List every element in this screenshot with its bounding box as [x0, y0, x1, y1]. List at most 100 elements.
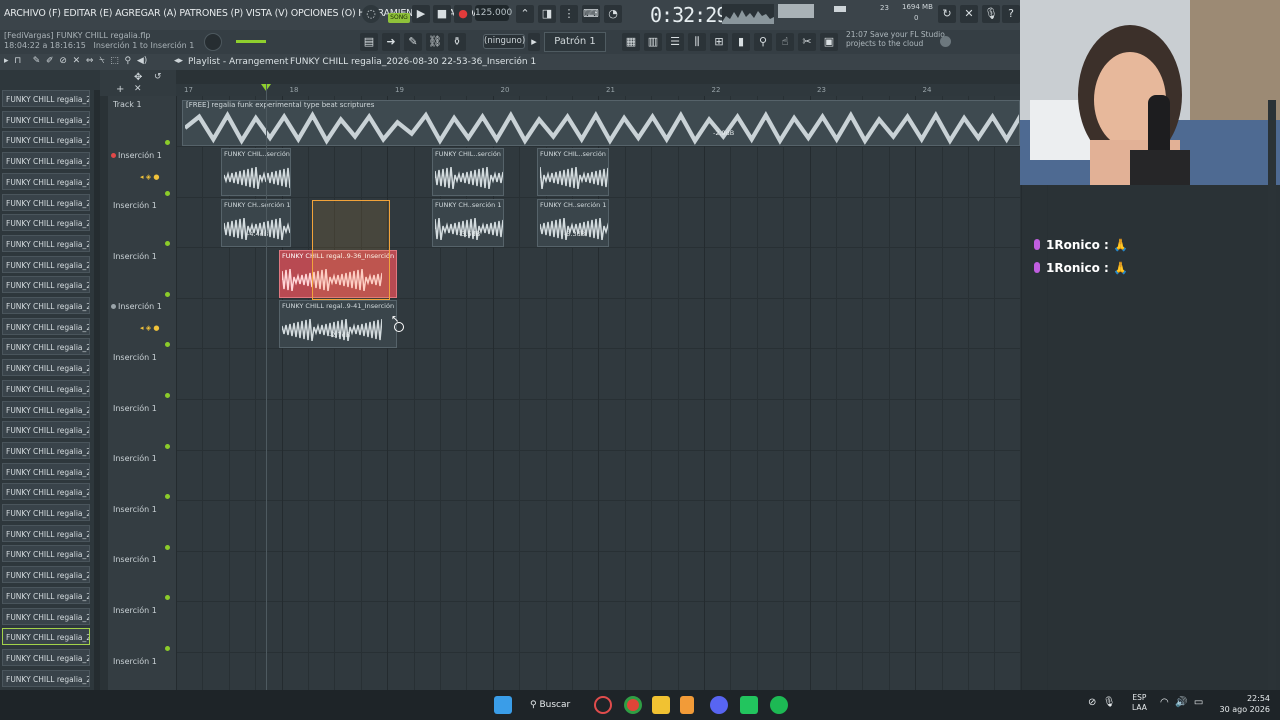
browser-item[interactable]: FUNKY CHILL regalia_202...: [2, 90, 90, 107]
battery-icon[interactable]: ▭: [1191, 697, 1203, 708]
track-name[interactable]: Inserción 1: [113, 201, 157, 210]
chrome-icon[interactable]: [624, 696, 642, 714]
browser-item[interactable]: FUNKY CHILL regalia_202...: [2, 131, 90, 149]
browser-item[interactable]: FUNKY CHILL regalia_202...: [2, 607, 90, 625]
pattern-selector[interactable]: Patrón 1: [544, 32, 606, 52]
browser-item[interactable]: FUNKY CHILL regalia_202...: [2, 566, 90, 584]
playlist-menu-icon[interactable]: ▸: [4, 56, 9, 66]
vertical-scrollbar[interactable]: [1268, 100, 1276, 690]
view-plugin-picker-icon[interactable]: ▮: [732, 33, 750, 51]
view-tools-icon[interactable]: ✂: [798, 33, 816, 51]
track-name[interactable]: Inserción 1: [118, 302, 162, 311]
slip-tool-icon[interactable]: ⇔: [83, 56, 94, 66]
track-name[interactable]: Inserción 1: [113, 404, 157, 413]
playlist-arrow-icon[interactable]: ◂▸: [174, 56, 183, 66]
browser-item[interactable]: FUNKY CHILL regalia_202...: [2, 193, 90, 211]
view-touch-icon[interactable]: ☝: [776, 33, 794, 51]
browser-item[interactable]: FUNKY CHILL regalia_202...: [2, 379, 90, 397]
master-volume[interactable]: [778, 4, 814, 18]
wait-icon[interactable]: ◔: [604, 5, 622, 23]
playback-tool-icon[interactable]: ◀): [134, 56, 147, 66]
audio-clip-master[interactable]: [FREE] regalia funk experimental type be…: [182, 100, 1020, 146]
browser-item[interactable]: FUNKY CHILL regalia_202...: [2, 462, 90, 480]
browser-item[interactable]: FUNKY CHILL regalia_202...: [2, 152, 90, 170]
track-led-icon[interactable]: [165, 544, 170, 550]
track-led-icon[interactable]: [165, 140, 170, 145]
view-channel-rack-icon[interactable]: ▥: [644, 33, 662, 51]
taskbar-search[interactable]: ⚲ Buscar: [530, 696, 578, 714]
track-name[interactable]: Inserción 1: [113, 353, 157, 362]
browser-item[interactable]: FUNKY CHILL regalia_202...: [2, 400, 90, 418]
browser-item[interactable]: FUNKY CHILL regalia_202...: [2, 669, 90, 687]
browser-item[interactable]: FUNKY CHILL regalia_202...: [2, 628, 90, 646]
browser-item[interactable]: FUNKY CHILL regalia_202...: [2, 545, 90, 563]
metronome-icon[interactable]: ◌: [362, 5, 380, 23]
time-display[interactable]: 0:32:29: [650, 3, 728, 27]
browser-item[interactable]: FUNKY CHILL regalia_202...: [2, 214, 90, 232]
knob-icon[interactable]: [204, 33, 222, 51]
slice-tool-icon[interactable]: ⍀: [96, 56, 104, 66]
volume-icon[interactable]: 🔊: [1172, 697, 1187, 708]
streaming-app-icon[interactable]: [740, 696, 758, 714]
arrow-right-icon[interactable]: ➜: [382, 33, 400, 51]
spotify-icon[interactable]: [770, 696, 788, 714]
browser-item[interactable]: FUNKY CHILL regalia_202...: [2, 586, 90, 604]
browser-item[interactable]: FUNKY CHILL regalia_202...: [2, 317, 90, 335]
windows-start-icon[interactable]: [494, 696, 512, 714]
browser-item[interactable]: FUNKY CHILL regalia_202...: [2, 524, 90, 542]
track-name[interactable]: Track 1: [113, 100, 142, 109]
selection-rectangle[interactable]: [312, 200, 390, 300]
stamp-icon[interactable]: ⚱: [448, 33, 466, 51]
track-name[interactable]: Inserción 1: [113, 555, 157, 564]
track-name[interactable]: Inserción 1: [118, 151, 162, 160]
view-browser-icon[interactable]: ⊞: [710, 33, 728, 51]
browser-item[interactable]: FUNKY CHILL regalia_202...: [2, 234, 90, 252]
track-led-icon[interactable]: [165, 190, 170, 196]
magnet-icon[interactable]: ⊓: [11, 56, 21, 66]
browser-item[interactable]: FUNKY CHILL regalia_202...: [2, 504, 90, 521]
mic-icon[interactable]: 🎙: [982, 5, 1000, 23]
file-explorer-icon[interactable]: [652, 696, 670, 714]
track-name[interactable]: Inserción 1: [113, 454, 157, 463]
track-led-icon[interactable]: [165, 443, 170, 449]
network-off-icon[interactable]: ⊘: [1088, 697, 1096, 708]
select-tool-icon[interactable]: ⬚: [107, 56, 119, 66]
track-close-icon[interactable]: ✕: [134, 84, 142, 94]
track-led-icon[interactable]: [165, 291, 170, 297]
record-icon[interactable]: ●: [454, 5, 472, 23]
mic-tray-icon[interactable]: 🎙: [1100, 697, 1116, 708]
audio-clip[interactable]: FUNKY CH..serción 1 -3.3dB: [537, 199, 609, 247]
plugin-icon[interactable]: ✕: [960, 5, 978, 23]
browser-item[interactable]: FUNKY CHILL regalia_202...: [2, 172, 90, 190]
language-indicator[interactable]: ESP LAA: [1132, 693, 1147, 713]
browser-item[interactable]: FUNKY CHILL regalia_202...: [2, 297, 90, 314]
paint-tool-icon[interactable]: ✐: [43, 56, 54, 66]
zoom-tool-icon[interactable]: ⚲: [122, 56, 132, 66]
pitch-slider[interactable]: [236, 40, 266, 43]
view-playlist-icon[interactable]: ▦: [622, 33, 640, 51]
browser-item[interactable]: FUNKY CHILL regalia_202...: [2, 255, 90, 273]
step-icon[interactable]: ⋮: [560, 5, 578, 23]
track-controls-icon[interactable]: ◂ ◈ ●: [140, 173, 159, 181]
browser-item[interactable]: FUNKY CHILL regalia_202...: [2, 276, 90, 294]
snap-icon[interactable]: ⌃: [516, 5, 534, 23]
capture-icon[interactable]: [594, 696, 612, 714]
link-icon[interactable]: ⛓: [426, 33, 444, 51]
browser-item[interactable]: FUNKY CHILL regalia_202...: [2, 483, 90, 501]
tempo-display[interactable]: 125.000: [475, 5, 512, 21]
keyboard-typing-icon[interactable]: ⌨: [582, 5, 600, 23]
browser-item[interactable]: FUNKY CHILL regalia_202...: [2, 421, 90, 439]
audio-clip[interactable]: FUNKY CHIL..serción 1: [537, 148, 609, 196]
track-name[interactable]: Inserción 1: [113, 505, 157, 514]
play-icon[interactable]: ▶: [412, 5, 430, 23]
browser-scrollbar[interactable]: [94, 90, 100, 690]
timeline-ruler[interactable]: 17 18 19 20 21 22 23 24: [176, 84, 1020, 96]
track-led-icon[interactable]: [165, 393, 170, 398]
browser-item[interactable]: FUNKY CHILL regalia_202...: [2, 110, 90, 128]
wifi-icon[interactable]: ◠: [1160, 697, 1169, 708]
track-name[interactable]: Inserción 1: [113, 657, 157, 666]
audio-clip[interactable]: FUNKY CHIL..serción 1: [221, 148, 291, 196]
track-options-icon[interactable]: ✥: [134, 72, 142, 83]
mute-tool-icon[interactable]: ✕: [70, 56, 81, 66]
track-name[interactable]: Inserción 1: [113, 252, 157, 261]
